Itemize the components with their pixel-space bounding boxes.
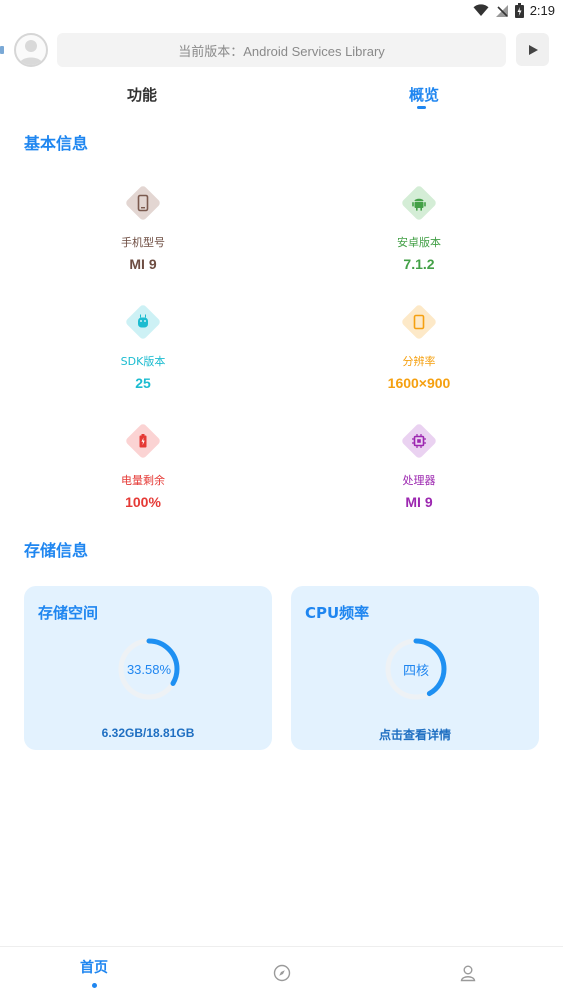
cpu-core-text: 四核 <box>402 662 429 678</box>
info-sdk-version[interactable]: SDK版本 25 <box>43 303 243 391</box>
cpu-card-title: CPU频率 <box>305 604 370 622</box>
storage-info-title: 存储信息 <box>24 541 89 560</box>
storage-usage: 6.32GB/18.81GB <box>101 726 195 740</box>
storage-percent: 33.58% <box>126 661 172 677</box>
cpu-progress-ring: 四核 <box>383 636 449 702</box>
tab-overview[interactable]: 概览 <box>409 84 439 105</box>
nav-active-dot <box>91 983 97 988</box>
basic-info-title: 基本信息 <box>24 134 89 153</box>
play-icon <box>528 44 538 55</box>
info-resolution[interactable]: 分辨率 1600×900 <box>319 303 519 391</box>
nav-home[interactable]: 首页 <box>64 957 124 988</box>
screen-icon <box>400 303 438 341</box>
nav-discover[interactable] <box>252 964 312 986</box>
battery-charging-icon <box>514 3 524 18</box>
storage-progress-ring: 33.58% <box>116 636 182 702</box>
tab-indicator <box>417 106 426 109</box>
info-label: 分辨率 <box>402 355 436 368</box>
info-value: 100% <box>125 494 161 510</box>
cpu-card[interactable]: CPU频率 四核 点击查看详情 <box>291 586 539 750</box>
user-avatar-icon <box>19 40 43 65</box>
info-processor[interactable]: 处理器 MI 9 <box>319 422 519 510</box>
edge-handle <box>0 46 4 54</box>
bottom-nav: 首页 <box>0 946 563 1000</box>
info-value: MI 9 <box>129 256 157 272</box>
nav-profile[interactable] <box>438 964 498 986</box>
status-icons: 2:19 <box>473 3 555 18</box>
wifi-icon <box>473 4 489 16</box>
avatar[interactable] <box>14 33 48 67</box>
play-button[interactable] <box>516 33 549 66</box>
android-bot-icon <box>124 303 162 341</box>
info-battery[interactable]: 电量剩余 100% <box>43 422 243 510</box>
compass-icon <box>273 964 291 982</box>
storage-card[interactable]: 存储空间 33.58% 6.32GB/18.81GB <box>24 586 272 750</box>
tab-bar: 功能 概览 <box>0 80 563 116</box>
cpu-details-link[interactable]: 点击查看详情 <box>291 726 539 743</box>
battery-icon <box>124 422 162 460</box>
header: 当前版本：Android Services Library <box>0 30 563 72</box>
status-time: 2:19 <box>529 3 555 18</box>
info-value: 7.1.2 <box>403 256 435 272</box>
signal-off-icon <box>495 4 508 17</box>
info-value: 1600×900 <box>387 375 451 391</box>
phone-icon <box>124 184 162 222</box>
info-value: 25 <box>135 375 151 391</box>
info-android-version[interactable]: 安卓版本 7.1.2 <box>319 184 519 272</box>
version-bar[interactable]: 当前版本：Android Services Library <box>57 33 506 67</box>
storage-card-title: 存储空间 <box>38 604 99 622</box>
info-phone-model[interactable]: 手机型号 MI 9 <box>43 184 243 272</box>
version-text: 当前版本：Android Services Library <box>178 43 385 59</box>
nav-home-label: 首页 <box>80 960 108 976</box>
user-icon <box>460 965 476 982</box>
status-bar: 2:19 <box>0 0 563 24</box>
tab-functions[interactable]: 功能 <box>127 84 157 105</box>
info-label: 安卓版本 <box>397 236 441 249</box>
info-label: SDK版本 <box>120 355 166 368</box>
info-value: MI 9 <box>405 494 433 510</box>
chip-icon <box>400 422 438 460</box>
android-icon <box>400 184 438 222</box>
info-label: 电量剩余 <box>121 474 165 487</box>
info-label: 处理器 <box>402 474 436 487</box>
info-label: 手机型号 <box>121 236 165 249</box>
